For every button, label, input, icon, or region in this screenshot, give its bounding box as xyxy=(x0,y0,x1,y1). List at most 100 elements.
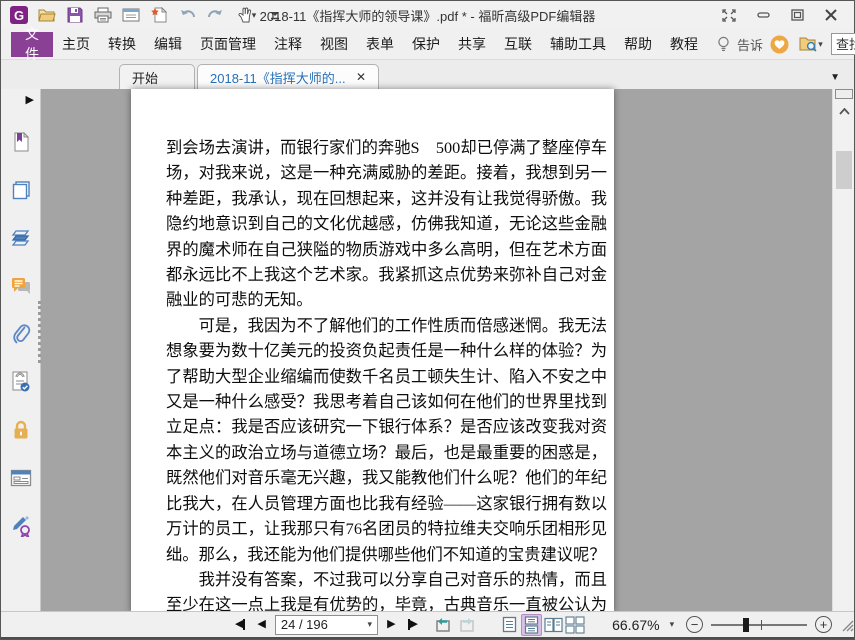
last-page-button[interactable]: ▶ xyxy=(405,615,421,635)
tab-list-dropdown-icon[interactable]: ▼ xyxy=(830,72,840,83)
last-page-icon: ▶ xyxy=(409,618,419,630)
digital-signature-icon xyxy=(12,371,29,392)
layers-icon xyxy=(11,230,29,246)
zoom-slider[interactable] xyxy=(711,617,808,633)
menu-connect[interactable]: 互联 xyxy=(495,32,541,57)
title-bar: G ▾ 2018-11《指挥大师的领导课》.pdf * - 福昕高级PDF编辑器 xyxy=(1,1,854,29)
save-button[interactable] xyxy=(62,3,88,27)
zoom-slider-handle[interactable] xyxy=(743,617,749,632)
first-page-icon: ◀ xyxy=(234,618,244,630)
sidebar-item-digital-signatures[interactable] xyxy=(6,369,36,395)
panel-expand-icon[interactable]: ▶ xyxy=(26,93,34,106)
zoom-slider-center-tick xyxy=(761,619,762,630)
redo-icon xyxy=(207,9,222,17)
zoom-slider-track[interactable] xyxy=(711,623,808,626)
menu-view[interactable]: 视图 xyxy=(311,32,357,57)
redo-button[interactable] xyxy=(202,3,228,27)
email-button[interactable] xyxy=(118,3,144,27)
sidebar-item-sign[interactable] xyxy=(6,513,36,539)
menu-form[interactable]: 表单 xyxy=(357,32,403,57)
tab-start[interactable]: 开始 xyxy=(119,64,195,89)
next-page-icon: ▶ xyxy=(387,618,396,630)
first-page-button[interactable]: ◀ xyxy=(232,615,248,635)
vertical-scrollbar[interactable] xyxy=(832,89,854,613)
close-button[interactable] xyxy=(814,3,848,27)
continuous-view-button[interactable] xyxy=(520,613,543,636)
facing-view-button[interactable] xyxy=(542,614,564,636)
folder-search-icon xyxy=(799,37,817,52)
menu-protect[interactable]: 保护 xyxy=(403,32,449,57)
page-text: 到会场去演讲，而银行家们的奔驰S 500却已停满了整座停车场，对我来说，这是一种… xyxy=(131,89,614,613)
tab-document-active[interactable]: 2018-11《指挥大师的... ✕ xyxy=(197,64,379,89)
menu-help[interactable]: 帮助 xyxy=(615,32,661,57)
menu-right-tools: 告诉 ▾ 查找 xyxy=(713,32,855,56)
tell-me-label[interactable]: 告诉 xyxy=(737,35,763,54)
panel-splitter-handle[interactable] xyxy=(38,301,41,363)
heart-badge-icon xyxy=(770,35,788,53)
sidebar-item-attachments[interactable] xyxy=(6,321,36,347)
print-button[interactable] xyxy=(90,3,116,27)
customize-toolbar-icon xyxy=(271,12,279,20)
search-folder-button[interactable]: ▾ xyxy=(795,32,827,56)
menu-convert[interactable]: 转换 xyxy=(99,32,145,57)
scroll-up-button[interactable] xyxy=(833,103,855,119)
tab-close-icon[interactable]: ✕ xyxy=(356,70,366,84)
sidebar-icon-list xyxy=(1,129,40,539)
resize-grip[interactable] xyxy=(840,618,854,632)
close-icon xyxy=(825,9,837,21)
customize-toolbar-button[interactable] xyxy=(266,3,284,27)
page-thumbnails-icon xyxy=(12,181,30,200)
dock-toolbars-icon xyxy=(722,8,736,22)
document-tab-strip: 开始 2018-11《指挥大师的... ✕ ▼ xyxy=(1,60,854,89)
split-view-button[interactable] xyxy=(835,89,853,99)
zoom-level-value[interactable]: 66.67% xyxy=(612,617,659,633)
menu-file[interactable]: 文件 xyxy=(11,26,53,62)
menu-home[interactable]: 主页 xyxy=(53,32,99,57)
scrollbar-thumb[interactable] xyxy=(836,151,852,189)
search-input[interactable] xyxy=(832,36,855,52)
paragraph: 到会场去演讲，而银行家们的奔驰S 500却已停满了整座停车场，对我来说，这是一种… xyxy=(166,138,607,310)
status-bar: ◀ ◀ 24 / 196 ▾ ▶ ▶ 66.67% ▾ − + xyxy=(1,611,854,637)
sidebar-item-comments[interactable] xyxy=(6,273,36,299)
tell-me-button[interactable] xyxy=(713,32,733,56)
zoom-in-icon: + xyxy=(819,617,828,632)
hand-tool-icon xyxy=(238,7,251,23)
menu-tutorial[interactable]: 教程 xyxy=(661,32,707,57)
next-page-button[interactable]: ▶ xyxy=(384,615,398,635)
foxit-logo-icon: G xyxy=(10,6,28,24)
menu-share[interactable]: 共享 xyxy=(449,32,495,57)
maximize-button[interactable] xyxy=(780,3,814,27)
menu-accessibility[interactable]: 辅助工具 xyxy=(541,32,615,57)
page-number-box[interactable]: 24 / 196 ▾ xyxy=(274,614,379,635)
single-page-view-button[interactable] xyxy=(499,614,521,636)
menu-comment[interactable]: 注释 xyxy=(265,32,311,57)
zoom-caret-icon[interactable]: ▾ xyxy=(670,620,675,629)
bookmark-icon xyxy=(14,132,29,152)
menu-edit[interactable]: 编辑 xyxy=(145,32,191,57)
dock-toolbars-button[interactable] xyxy=(712,3,746,27)
sidebar-item-layers[interactable] xyxy=(6,225,36,251)
sidebar-item-pages[interactable] xyxy=(6,177,36,203)
zoom-in-button[interactable]: + xyxy=(815,616,833,633)
hand-tool-button[interactable]: ▾ xyxy=(230,3,264,27)
sidebar-item-bookmarks[interactable] xyxy=(6,129,36,155)
undo-button[interactable] xyxy=(174,3,200,27)
previous-page-button[interactable]: ◀ xyxy=(254,615,268,635)
menu-organize[interactable]: 页面管理 xyxy=(191,32,265,57)
tab-start-label: 开始 xyxy=(132,70,159,86)
paragraph: 我并没有答案，不过我可以分享自己对音乐的热情，而且至少在这一点上我是有优势的，毕… xyxy=(166,569,607,613)
zoom-out-button[interactable]: − xyxy=(686,616,703,633)
new-document-button[interactable] xyxy=(146,3,172,27)
previous-view-button[interactable] xyxy=(431,615,455,635)
sidebar-item-security[interactable] xyxy=(6,417,36,443)
sidebar-item-form-fields[interactable] xyxy=(6,465,36,491)
next-view-button[interactable] xyxy=(455,615,479,635)
menu-bar: 文件 主页 转换 编辑 页面管理 注释 视图 表单 保护 共享 互联 辅助工具 … xyxy=(1,26,855,62)
previous-view-icon xyxy=(436,617,450,632)
favorites-button[interactable] xyxy=(767,32,791,56)
pdf-page[interactable]: 到会场去演讲，而银行家们的奔驰S 500却已停满了整座停车场，对我来说，这是一种… xyxy=(131,89,614,613)
continuous-facing-view-icon xyxy=(565,615,585,634)
continuous-facing-view-button[interactable] xyxy=(564,614,586,636)
facing-view-icon xyxy=(544,617,563,632)
minimize-button[interactable] xyxy=(746,3,780,27)
